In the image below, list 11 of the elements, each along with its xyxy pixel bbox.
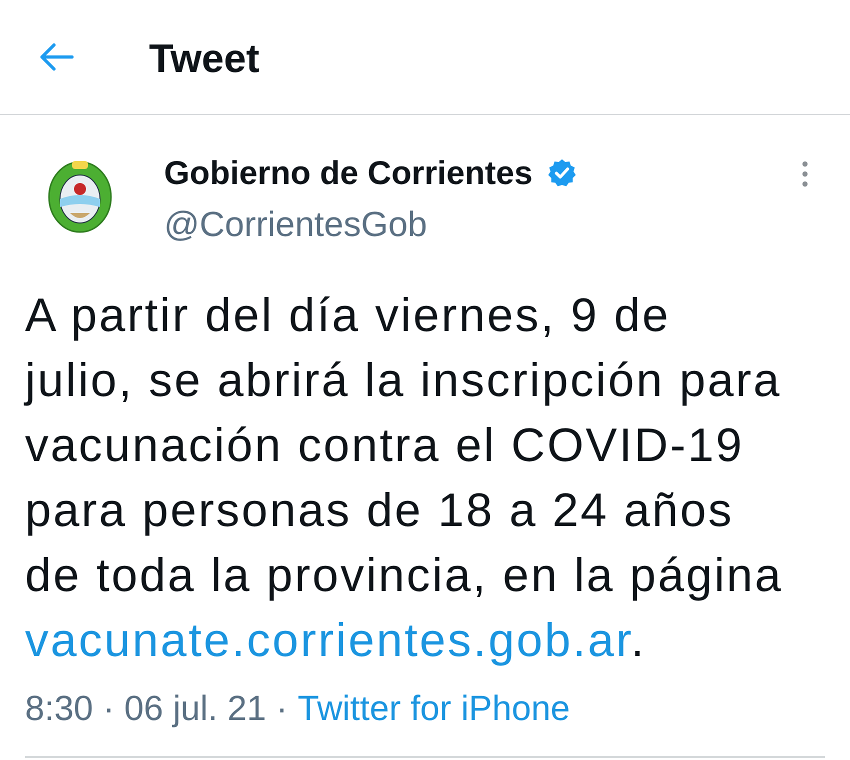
tweet-text: A partir del día viernes, 9 de julio, se abrirá la inscripción para vacunación contra el COVID-19 para personas de 18 a 24 años de toda la provincia, en la página vacunate.corrientes.gob.ar. — [25, 287, 784, 668]
header-title: Tweet — [149, 36, 260, 82]
back-button[interactable] — [40, 43, 74, 71]
vertical-dots-icon — [802, 161, 808, 187]
tweet-timestamp: 8:30 · 06 jul. 21 · — [25, 688, 288, 730]
more-options-button[interactable] — [802, 161, 808, 187]
author-handle[interactable]: @CorrientesGob — [164, 205, 577, 245]
back-arrow-icon — [40, 43, 74, 71]
tweet-source-link[interactable]: Twitter for iPhone — [298, 687, 570, 731]
author-name[interactable]: Gobierno de Corrientes — [164, 153, 533, 193]
tweet-link[interactable]: vacunate.corrientes.gob.ar — [25, 613, 631, 666]
